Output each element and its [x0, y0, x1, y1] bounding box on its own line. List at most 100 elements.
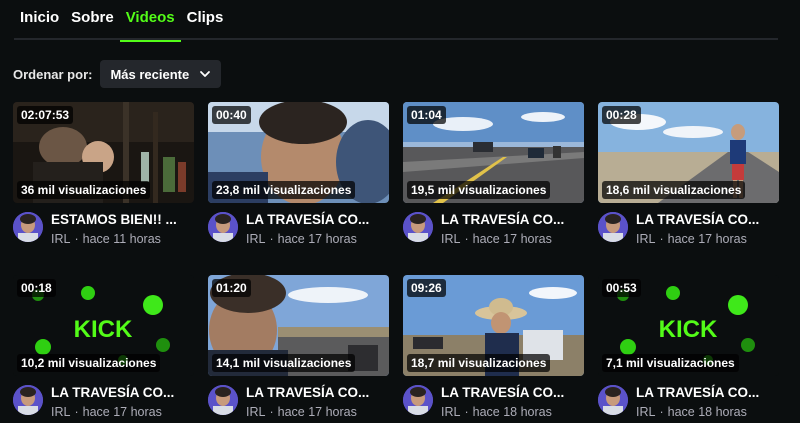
video-meta: LA TRAVESÍA CO... IRL · hace 18 horas	[598, 384, 779, 420]
video-subtitle: IRL · hace 17 horas	[246, 231, 389, 247]
video-time: hace 17 horas	[667, 232, 747, 246]
avatar[interactable]	[13, 212, 43, 242]
video-title[interactable]: LA TRAVESÍA CO...	[51, 384, 189, 402]
video-duration: 00:53	[602, 279, 641, 297]
video-views: 23,8 mil visualizaciones	[212, 181, 356, 199]
video-info: LA TRAVESÍA CO... IRL · hace 17 horas	[636, 211, 779, 247]
avatar[interactable]	[208, 212, 238, 242]
video-card[interactable]: 01:20 14,1 mil visualizaciones LA TRAVES…	[208, 275, 389, 420]
sort-label: Ordenar por:	[13, 66, 93, 82]
video-duration: 01:04	[407, 106, 446, 124]
avatar[interactable]	[208, 385, 238, 415]
video-title[interactable]: ESTAMOS BIEN!! ...	[51, 211, 189, 229]
video-title[interactable]: LA TRAVESÍA CO...	[441, 384, 579, 402]
video-meta: LA TRAVESÍA CO... IRL · hace 17 horas	[208, 384, 389, 420]
video-card[interactable]: 00:40 23,8 mil visualizaciones LA TRAVES…	[208, 102, 389, 247]
video-category[interactable]: IRL	[246, 232, 265, 246]
video-meta: LA TRAVESÍA CO... IRL · hace 17 horas	[13, 384, 194, 420]
video-subtitle: IRL · hace 18 horas	[441, 404, 584, 420]
video-thumbnail[interactable]: 01:04 19,5 mil visualizaciones	[403, 102, 584, 203]
video-meta: LA TRAVESÍA CO... IRL · hace 17 horas	[403, 211, 584, 247]
video-card[interactable]: 02:07:53 36 mil visualizaciones ESTAMOS …	[13, 102, 194, 247]
video-time: hace 17 horas	[472, 232, 552, 246]
avatar[interactable]	[13, 385, 43, 415]
video-duration: 00:28	[602, 106, 641, 124]
video-time: hace 11 horas	[82, 232, 161, 246]
tab-videos[interactable]: Videos	[119, 0, 181, 42]
video-category[interactable]: IRL	[441, 232, 460, 246]
video-info: LA TRAVESÍA CO... IRL · hace 18 horas	[441, 384, 584, 420]
video-card[interactable]: 09:26 18,7 mil visualizaciones LA TRAVES…	[403, 275, 584, 420]
sort-row: Ordenar por: Más reciente	[13, 60, 222, 88]
video-subtitle: IRL · hace 17 horas	[51, 404, 194, 420]
avatar[interactable]	[598, 212, 628, 242]
video-thumbnail[interactable]: 00:28 18,6 mil visualizaciones	[598, 102, 779, 203]
video-thumbnail[interactable]: 00:40 23,8 mil visualizaciones	[208, 102, 389, 203]
svg-text:KICK: KICK	[659, 316, 718, 343]
video-thumbnail[interactable]: KICK 00:53 7,1 mil visualizaciones	[598, 275, 779, 376]
video-thumbnail[interactable]: KICK 00:18 10,2 mil visualizaciones	[13, 275, 194, 376]
video-info: LA TRAVESÍA CO... IRL · hace 17 horas	[441, 211, 584, 247]
video-views: 18,7 mil visualizaciones	[407, 354, 551, 372]
video-views: 18,6 mil visualizaciones	[602, 181, 746, 199]
video-info: LA TRAVESÍA CO... IRL · hace 18 horas	[636, 384, 779, 420]
video-info: LA TRAVESÍA CO... IRL · hace 17 horas	[246, 384, 389, 420]
video-category[interactable]: IRL	[441, 405, 460, 419]
separator-dot: ·	[269, 405, 274, 419]
video-subtitle: IRL · hace 17 horas	[441, 231, 584, 247]
svg-text:KICK: KICK	[74, 316, 133, 343]
video-meta: LA TRAVESÍA CO... IRL · hace 18 horas	[403, 384, 584, 420]
video-category[interactable]: IRL	[636, 232, 655, 246]
separator-dot: ·	[659, 232, 664, 246]
video-thumbnail[interactable]: 01:20 14,1 mil visualizaciones	[208, 275, 389, 376]
video-meta: LA TRAVESÍA CO... IRL · hace 17 horas	[208, 211, 389, 247]
video-info: LA TRAVESÍA CO... IRL · hace 17 horas	[246, 211, 389, 247]
video-duration: 00:40	[212, 106, 251, 124]
video-time: hace 18 horas	[472, 405, 552, 419]
video-title[interactable]: LA TRAVESÍA CO...	[636, 211, 774, 229]
avatar[interactable]	[598, 385, 628, 415]
video-views: 10,2 mil visualizaciones	[17, 354, 161, 372]
sort-dropdown[interactable]: Más reciente	[100, 60, 222, 88]
video-time: hace 17 horas	[82, 405, 162, 419]
separator-dot: ·	[659, 405, 664, 419]
video-info: ESTAMOS BIEN!! ... IRL · hace 11 horas	[51, 211, 194, 247]
video-subtitle: IRL · hace 17 horas	[246, 404, 389, 420]
separator-dot: ·	[464, 405, 469, 419]
tab-inicio[interactable]: Inicio	[14, 0, 65, 40]
video-duration: 01:20	[212, 279, 251, 297]
video-subtitle: IRL · hace 11 horas	[51, 231, 194, 247]
avatar[interactable]	[403, 212, 433, 242]
video-title[interactable]: LA TRAVESÍA CO...	[246, 384, 384, 402]
video-thumbnail[interactable]: 09:26 18,7 mil visualizaciones	[403, 275, 584, 376]
video-duration: 09:26	[407, 279, 446, 297]
video-grid: 02:07:53 36 mil visualizaciones ESTAMOS …	[13, 102, 779, 420]
video-title[interactable]: LA TRAVESÍA CO...	[636, 384, 774, 402]
video-views: 36 mil visualizaciones	[17, 181, 151, 199]
video-title[interactable]: LA TRAVESÍA CO...	[246, 211, 384, 229]
video-category[interactable]: IRL	[246, 405, 265, 419]
separator-dot: ·	[269, 232, 274, 246]
avatar[interactable]	[403, 385, 433, 415]
video-category[interactable]: IRL	[51, 405, 70, 419]
video-card[interactable]: KICK 00:53 7,1 mil visualizaciones LA TR…	[598, 275, 779, 420]
video-subtitle: IRL · hace 18 horas	[636, 404, 779, 420]
video-duration: 00:18	[17, 279, 56, 297]
video-title[interactable]: LA TRAVESÍA CO...	[441, 211, 579, 229]
video-views: 7,1 mil visualizaciones	[602, 354, 739, 372]
video-card[interactable]: KICK 00:18 10,2 mil visualizaciones LA T…	[13, 275, 194, 420]
video-category[interactable]: IRL	[636, 405, 655, 419]
video-thumbnail[interactable]: 02:07:53 36 mil visualizaciones	[13, 102, 194, 203]
video-meta: LA TRAVESÍA CO... IRL · hace 17 horas	[598, 211, 779, 247]
video-views: 19,5 mil visualizaciones	[407, 181, 551, 199]
tab-sobre[interactable]: Sobre	[65, 0, 120, 40]
separator-dot: ·	[74, 405, 79, 419]
video-category[interactable]: IRL	[51, 232, 70, 246]
video-card[interactable]: 01:04 19,5 mil visualizaciones LA TRAVES…	[403, 102, 584, 247]
video-subtitle: IRL · hace 17 horas	[636, 231, 779, 247]
video-views: 14,1 mil visualizaciones	[212, 354, 356, 372]
video-meta: ESTAMOS BIEN!! ... IRL · hace 11 horas	[13, 211, 194, 247]
tab-clips[interactable]: Clips	[181, 0, 230, 40]
separator-dot: ·	[74, 232, 79, 246]
video-card[interactable]: 00:28 18,6 mil visualizaciones LA TRAVES…	[598, 102, 779, 247]
